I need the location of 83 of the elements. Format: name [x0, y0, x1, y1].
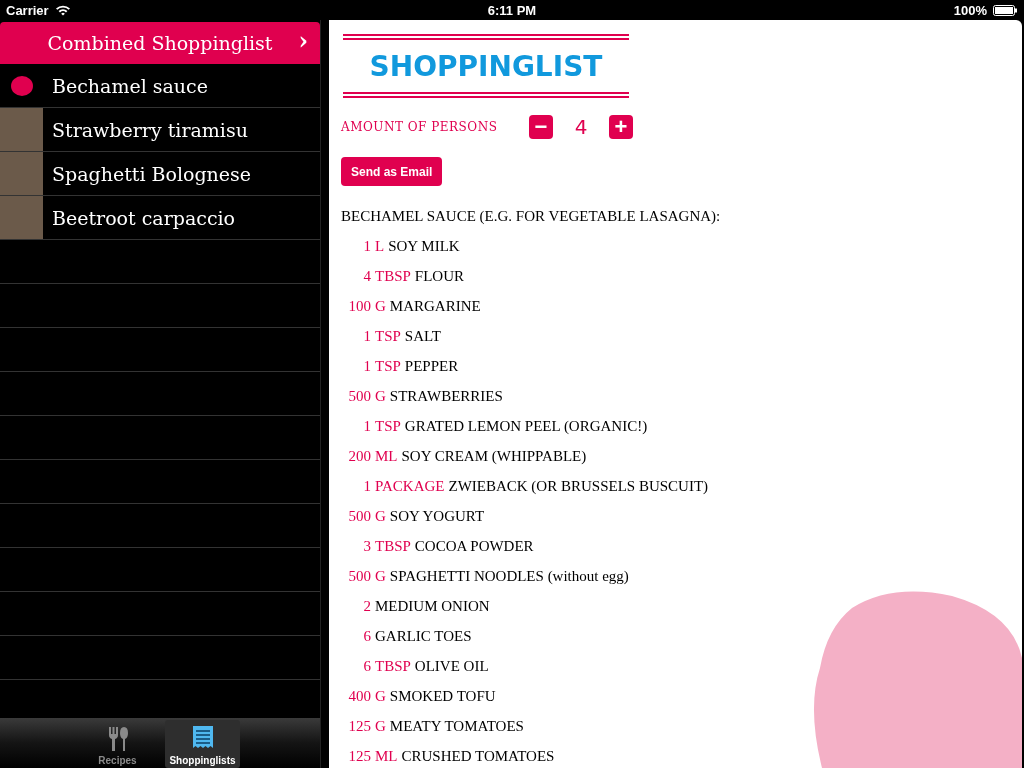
unit: G: [375, 298, 386, 316]
recipe-name: Bechamel sauce: [52, 74, 208, 97]
unit: G: [375, 568, 386, 586]
quantity: 2: [362, 598, 371, 616]
recipe-heading: BECHAMEL SAUCE (E.G. FOR VEGETABLE LASAGNA):: [341, 208, 722, 226]
quantity: 500: [347, 508, 371, 526]
quantity: 400: [347, 688, 371, 706]
ingredient-name: STRAWBERRIES: [389, 388, 503, 406]
unit: TSP: [375, 418, 401, 436]
ingredient-name: SOY MILK: [388, 238, 460, 256]
unit: TSP: [375, 328, 401, 346]
photo-placeholder: [0, 152, 43, 195]
battery-percent: 100%: [953, 2, 987, 18]
row-title: Combined Shoppinglist: [47, 32, 273, 54]
quantity: 500: [347, 568, 371, 586]
quantity: 1: [362, 478, 371, 496]
unit: G: [375, 388, 386, 406]
quantity: 4: [362, 268, 371, 286]
quantity: 3: [362, 538, 371, 556]
ingredient-name: FLOUR: [414, 268, 465, 286]
quantity: 1: [362, 328, 371, 346]
recipe-list-item[interactable]: Spaghetti Bolognese: [0, 152, 320, 196]
shoppinglist-logo: SHOPPINGLIST: [343, 34, 629, 98]
recipe-name: Beetroot carpaccio: [52, 206, 236, 229]
chevron-icon: ›: [298, 26, 308, 55]
ingredient-name: PEPPER: [404, 358, 459, 376]
quantity: 1: [362, 358, 371, 376]
increase-button[interactable]: +: [609, 115, 633, 139]
carrier-label: Carrier: [6, 2, 49, 18]
recipe-name: Strawberry tiramisu: [52, 118, 248, 141]
paint-blot-icon: [9, 74, 34, 97]
wifi-icon: [54, 4, 71, 16]
unit: ML: [375, 748, 398, 766]
clock-time: 6:11 PM: [486, 2, 538, 18]
quantity: 1: [362, 238, 371, 256]
unit: TSP: [375, 358, 401, 376]
ingredient-name: SOY CREAM (WHIPPABLE): [401, 448, 587, 466]
photo-placeholder: [0, 108, 43, 151]
recipe-list-item[interactable]: Beetroot carpaccio: [0, 196, 320, 240]
quantity: 1: [362, 418, 371, 436]
receipt-list-icon: [191, 725, 214, 751]
persons-label: AMOUNT OF PERSONS: [341, 120, 499, 134]
battery-icon: [993, 4, 1018, 16]
tab-bar-item[interactable]: Shoppinglists: [165, 720, 240, 768]
unit: PACKAGE: [375, 478, 445, 496]
quantity: 125: [347, 718, 371, 736]
photo-placeholder: [0, 196, 43, 239]
decrease-button[interactable]: −: [529, 115, 553, 139]
ingredient-name: SOY YOGURT: [389, 508, 485, 526]
unit: TBSP: [375, 538, 411, 556]
recipe-name: Spaghetti Bolognese: [52, 162, 252, 185]
tab-bar-item[interactable]: Recipes: [80, 720, 155, 768]
ingredient-name: MEDIUM ONION: [375, 598, 490, 616]
quantity: 100: [347, 298, 371, 316]
ingredient-name: COCOA POWDER: [414, 538, 534, 556]
ingredient-name: CRUSHED TOMATOES: [401, 748, 555, 766]
quantity: 6: [362, 658, 371, 676]
ingredient-name: GARLIC TOES: [375, 628, 472, 646]
unit: G: [375, 718, 386, 736]
ingredient-name: MEATY TOMATOES: [389, 718, 524, 736]
ingredient-name: ZWIEBACK (OR BRUSSELS BUSCUIT): [448, 478, 709, 496]
unit: L: [375, 238, 385, 256]
combined-shoppinglist-row[interactable]: Combined Shoppinglist ›: [0, 22, 320, 64]
quantity: 6: [362, 628, 371, 646]
ingredient-name: MARGARINE: [389, 298, 481, 316]
persons-count: 4: [573, 115, 589, 139]
ingredient-name: GRATED LEMON PEEL (ORGANIC!): [404, 418, 648, 436]
quantity: 200: [347, 448, 371, 466]
ingredient-name: SALT: [404, 328, 441, 346]
unit: TBSP: [375, 658, 411, 676]
ingredient-name: SPAGHETTI NOODLES (without egg): [389, 568, 629, 586]
ingredient-name: SMOKED TOFU: [389, 688, 496, 706]
unit: TBSP: [375, 268, 411, 286]
send-email-button[interactable]: Send as Email: [341, 157, 443, 186]
unit: ML: [375, 448, 398, 466]
quantity: 125: [347, 748, 371, 766]
unit: G: [375, 688, 386, 706]
fork-and-spoon-icon: [106, 727, 129, 751]
ingredient-name: OLIVE OIL: [414, 658, 489, 676]
unit: G: [375, 508, 386, 526]
recipe-list-item[interactable]: Strawberry tiramisu: [0, 108, 320, 152]
quantity: 500: [347, 388, 371, 406]
recipe-list-item[interactable]: Bechamel sauce: [0, 64, 320, 108]
